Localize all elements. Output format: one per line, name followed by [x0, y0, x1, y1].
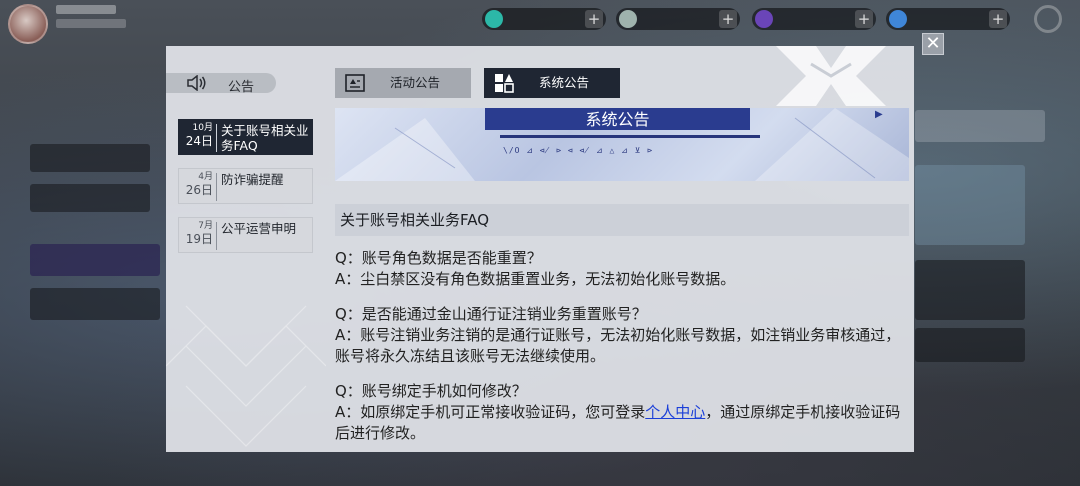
bg-menu-3	[30, 244, 160, 276]
player-avatar[interactable]	[8, 4, 48, 44]
announcement-date: 7月 19日	[181, 221, 213, 247]
banner-code-text: \/O ⊿ ⋪ ⊳ ⊲ ⋪ ⊿ △ ⊿ ⊻ ⊳	[503, 146, 654, 155]
faq-item: Q：账号绑定手机如何修改？ A：如原绑定手机可正常接收验证码，您可登录个人中心，…	[335, 381, 913, 444]
settings-gear-icon[interactable]	[1034, 5, 1062, 33]
tab-label: 活动公告	[390, 75, 441, 90]
announcement-item-anti-fraud[interactable]: 4月 26日 防诈骗提醒	[178, 168, 313, 204]
article-banner: 系统公告 \/O ⊿ ⋪ ⊳ ⊲ ⋪ ⊿ △ ⊿ ⊻ ⊳ ▶	[335, 108, 909, 181]
faq-list: Q：账号角色数据是否能重置？ A：尘白禁区没有角色数据重置业务，无法初始化账号数…	[335, 248, 913, 452]
bg-menu-4	[30, 288, 160, 320]
date-divider	[216, 173, 217, 201]
bg-panel-3	[915, 328, 1025, 362]
dialog-header: 公告	[166, 73, 276, 95]
date-month: 4月	[198, 172, 213, 182]
resource-bar-1: +	[482, 8, 606, 30]
date-day: 26日	[185, 183, 213, 197]
tab-activity-announcements[interactable]: 活动公告	[335, 68, 471, 98]
faq-item: Q：账号角色数据是否能重置？ A：尘白禁区没有角色数据重置业务，无法初始化账号数…	[335, 248, 913, 290]
announcement-item-fair-play[interactable]: 7月 19日 公平运营申明	[178, 217, 313, 253]
announcement-title: 防诈骗提醒	[221, 172, 284, 187]
faq-item: Q：是否能通过金山通行证注销业务重置账号？ A：账号注销业务注销的是通行证账号，…	[335, 304, 913, 367]
faq-question: Q：账号绑定手机如何修改？	[335, 382, 527, 400]
announcement-date: 10月 24日	[181, 123, 213, 149]
speaker-icon	[187, 75, 206, 91]
dialog-title: 公告	[228, 80, 255, 95]
resource-bar-4: +	[886, 8, 1010, 30]
notice-card-icon	[345, 74, 365, 92]
tab-label: 系统公告	[539, 75, 590, 90]
bg-panel-1	[915, 110, 1045, 142]
answer-text: A：如原绑定手机可正常接收验证码，您可登录	[335, 403, 646, 421]
bg-panel-2	[915, 260, 1025, 320]
faq-answer: A：账号注销业务注销的是通行证账号，无法初始化账号数据，如注销业务审核通过，账号…	[335, 326, 901, 365]
date-day: 19日	[185, 232, 213, 246]
article-content[interactable]: 系统公告 \/O ⊿ ⋪ ⊳ ⊲ ⋪ ⊿ △ ⊿ ⊻ ⊳ ▶ 关于账号相关业务F…	[325, 108, 914, 452]
blocks-icon	[495, 74, 514, 93]
announcement-date: 4月 26日	[181, 172, 213, 198]
resource-bar-3: +	[752, 8, 876, 30]
play-arrow-icon: ▶	[875, 109, 883, 120]
banner-title: 系统公告	[585, 110, 650, 129]
bg-panel-4	[915, 165, 1025, 245]
announcement-list: 10月 24日 关于账号相关业务FAQ 4月 26日 防诈骗提醒 7月 19日 …	[178, 119, 313, 266]
announcement-title: 关于账号相关业务FAQ	[221, 123, 309, 153]
announcement-title: 公平运营申明	[221, 221, 297, 236]
resource-bar-2: +	[616, 8, 740, 30]
date-day: 24日	[185, 134, 213, 148]
close-button[interactable]: ✕	[922, 33, 944, 55]
sidebar-deco-pattern	[166, 305, 326, 447]
date-month: 7月	[198, 221, 213, 231]
logo-deco-icon	[776, 46, 886, 106]
faq-answer: A：如原绑定手机可正常接收验证码，您可登录个人中心，通过原绑定手机接收验证码后进…	[335, 402, 913, 444]
banner-title-stripe: 系统公告	[485, 108, 750, 130]
tab-system-announcements[interactable]: 系统公告	[484, 68, 620, 98]
faq-question: Q：账号角色数据是否能重置？	[335, 249, 542, 267]
faq-question: Q：是否能通过金山通行证注销业务重置账号？	[335, 305, 647, 323]
date-month: 10月	[192, 123, 213, 133]
article-title: 关于账号相关业务FAQ	[335, 204, 909, 236]
banner-underline	[500, 135, 760, 138]
bg-menu-1	[30, 144, 150, 172]
date-divider	[216, 222, 217, 250]
personal-center-link[interactable]: 个人中心	[645, 403, 705, 421]
faq-answer: A：尘白禁区没有角色数据重置业务，无法初始化账号数据。	[335, 270, 736, 288]
player-level	[56, 19, 126, 28]
bg-menu-2	[30, 184, 150, 212]
announcement-item-faq[interactable]: 10月 24日 关于账号相关业务FAQ	[178, 119, 313, 155]
player-name	[56, 5, 116, 14]
date-divider	[216, 124, 217, 152]
announcement-dialog: 公告 10月 24日 关于账号相关业务FAQ 4月 26日 防诈骗提醒 7月 1…	[166, 46, 914, 452]
